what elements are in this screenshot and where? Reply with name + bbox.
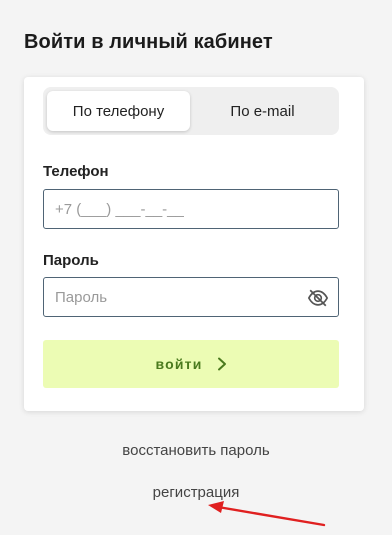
phone-label: Телефон [43, 163, 109, 180]
password-input[interactable]: Пароль [43, 277, 339, 317]
tab-phone[interactable]: По телефону [47, 91, 190, 131]
phone-input[interactable]: +7 (___) ___-__-__ [43, 189, 339, 229]
login-page: Войти в личный кабинет По телефону По e-… [0, 0, 392, 535]
password-label: Пароль [43, 252, 99, 269]
login-button[interactable]: войти [43, 340, 339, 388]
tab-email[interactable]: По e-mail [190, 91, 335, 131]
annotation-arrow [208, 501, 326, 527]
page-title: Войти в личный кабинет [24, 31, 273, 53]
phone-placeholder: +7 (___) ___-__-__ [55, 200, 184, 218]
login-card: По телефону По e-mail Телефон +7 (___) _… [24, 77, 364, 411]
eye-slash-icon[interactable] [307, 287, 329, 309]
register-link[interactable]: регистрация [0, 484, 392, 501]
restore-password-link[interactable]: восстановить пароль [0, 442, 392, 459]
chevron-right-icon [217, 357, 226, 371]
login-method-tabs: По телефону По e-mail [43, 87, 339, 135]
login-button-label: войти [155, 356, 203, 372]
password-placeholder: Пароль [55, 288, 108, 306]
